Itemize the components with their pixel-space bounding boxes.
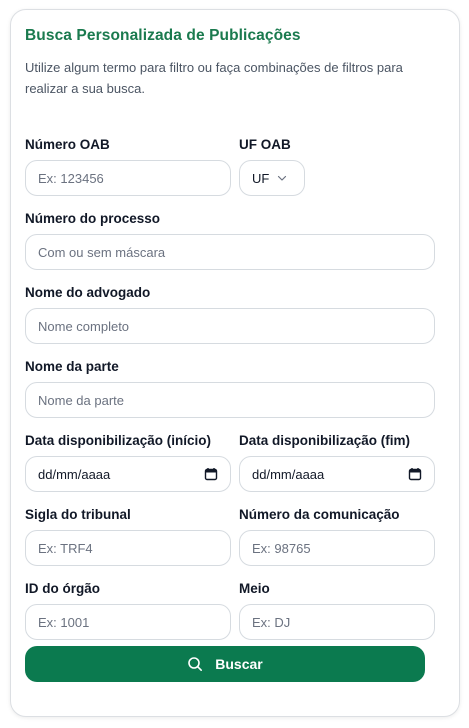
lawyer-name-label: Nome do advogado: [25, 285, 151, 300]
court-acronym-label: Sigla do tribunal: [25, 507, 131, 522]
search-icon: [188, 657, 203, 671]
party-name-field[interactable]: [25, 382, 435, 418]
process-number-field[interactable]: [25, 234, 435, 270]
court-acronym-input[interactable]: [38, 540, 230, 556]
uf-oab-selected-value: UF: [252, 170, 270, 186]
communication-number-field[interactable]: [239, 530, 435, 566]
lawyer-name-input[interactable]: [38, 318, 434, 334]
calendar-icon[interactable]: [204, 467, 218, 481]
date-start-field[interactable]: dd/mm/aaaa: [25, 456, 231, 492]
search-button[interactable]: Buscar: [25, 646, 425, 682]
oab-number-input[interactable]: [38, 170, 230, 186]
medium-input[interactable]: [252, 614, 434, 630]
date-start-label: Data disponibilização (início): [25, 433, 212, 448]
form-title: Busca Personalizada de Publicações: [25, 27, 301, 44]
date-end-value: dd/mm/aaaa: [252, 466, 325, 482]
uf-oab-select[interactable]: UF: [239, 160, 305, 196]
medium-label: Meio: [239, 581, 270, 596]
court-acronym-field[interactable]: [25, 530, 231, 566]
oab-number-label: Número OAB: [25, 137, 110, 152]
organ-id-label: ID do órgão: [25, 581, 100, 596]
process-number-label: Número do processo: [25, 211, 161, 226]
oab-number-field[interactable]: [25, 160, 231, 196]
communication-number-label: Número da comunicação: [239, 507, 400, 522]
uf-oab-label: UF OAB: [239, 137, 291, 152]
date-end-field[interactable]: dd/mm/aaaa: [239, 456, 435, 492]
organ-id-field[interactable]: [25, 604, 231, 640]
party-name-input[interactable]: [38, 392, 434, 408]
organ-id-input[interactable]: [38, 614, 230, 630]
form-description: Utilize algum termo para filtro ou faça …: [25, 60, 403, 96]
chevron-down-icon: [278, 175, 287, 181]
lawyer-name-field[interactable]: [25, 308, 435, 344]
medium-field[interactable]: [239, 604, 435, 640]
date-start-value: dd/mm/aaaa: [38, 466, 111, 482]
search-button-label: Buscar: [215, 656, 263, 672]
communication-number-input[interactable]: [252, 540, 434, 556]
process-number-input[interactable]: [38, 244, 434, 260]
date-end-label: Data disponibilização (fim): [239, 433, 411, 448]
calendar-icon[interactable]: [408, 467, 422, 481]
party-name-label: Nome da parte: [25, 359, 119, 374]
